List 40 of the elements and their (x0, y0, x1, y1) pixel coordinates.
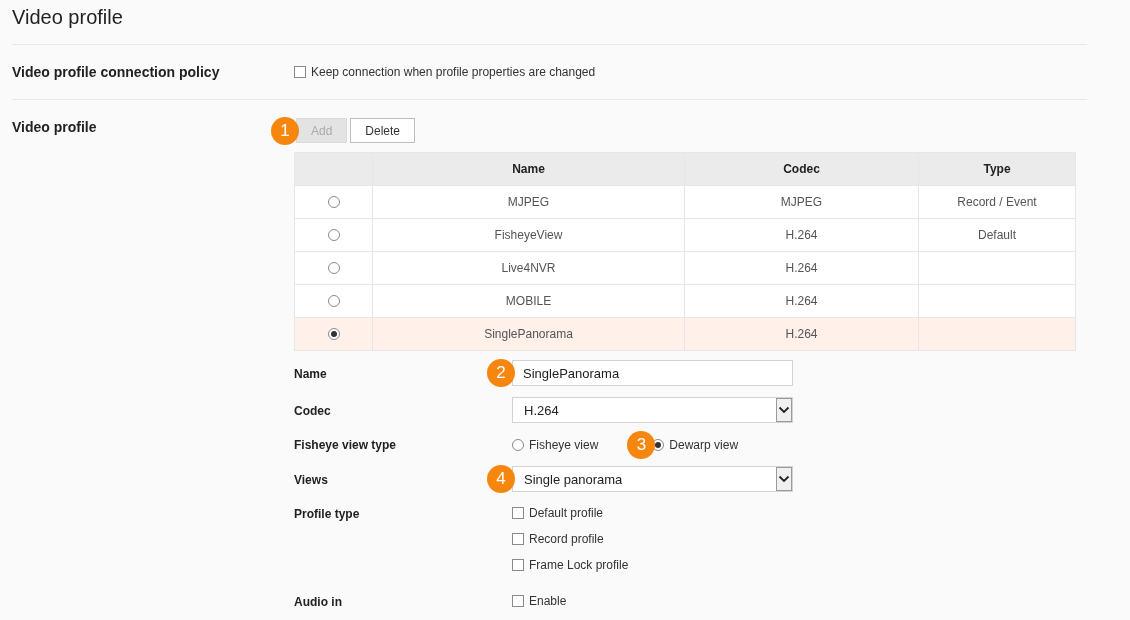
number-callout: 2 (487, 359, 515, 387)
column-header: Name (512, 162, 545, 176)
text-field[interactable]: SinglePanorama (512, 360, 793, 386)
table-cell: MJPEG (507, 195, 550, 209)
number-callout: 3 (627, 430, 656, 459)
table-cell: SinglePanorama (484, 327, 573, 341)
checkbox-option[interactable]: Keep connection when profile properties are changed (294, 62, 596, 82)
table-cell: Live4NVR (501, 261, 556, 275)
table-cell: H.264 (785, 294, 818, 308)
table-cell: H.264 (785, 228, 818, 242)
table-cell: MJPEG (780, 195, 823, 209)
dropdown[interactable]: H.264 (512, 397, 793, 423)
table-cell: Record / Event (957, 195, 1037, 209)
checkbox-option[interactable]: Frame Lock profile (512, 555, 629, 575)
table-cell: H.264 (785, 327, 818, 341)
page-title: Video profile (12, 6, 123, 28)
section-label: Video profile (12, 119, 97, 135)
table-cell: H.264 (785, 261, 818, 275)
chevron-down-icon (776, 398, 792, 422)
checkbox-option[interactable]: Default profile (512, 503, 629, 523)
action-button[interactable]: Delete (350, 118, 416, 143)
checkbox-option[interactable]: Record profile (512, 529, 629, 549)
field-label: Audio in (294, 595, 342, 609)
chevron-down-icon (776, 467, 792, 491)
table-cell: MOBILE (505, 294, 552, 308)
column-header: Codec (783, 162, 820, 176)
checkbox-option[interactable]: Enable (512, 591, 567, 611)
column-header: Type (983, 162, 1011, 176)
number-callout: 4 (487, 465, 515, 493)
section-label: Video profile connection policy (12, 64, 220, 80)
radio-option[interactable]: Fisheye view (512, 434, 599, 455)
field-label: Views (294, 472, 328, 487)
number-callout: 1 (271, 116, 299, 145)
dropdown[interactable]: Single panorama (512, 466, 793, 492)
field-label: Profile type (294, 507, 360, 521)
field-label: Name (294, 366, 327, 381)
table-cell: FisheyeView (494, 228, 563, 242)
field-label: Fisheye view type (294, 438, 397, 452)
field-label: Codec (294, 403, 331, 418)
table-cell: Default (978, 228, 1016, 242)
